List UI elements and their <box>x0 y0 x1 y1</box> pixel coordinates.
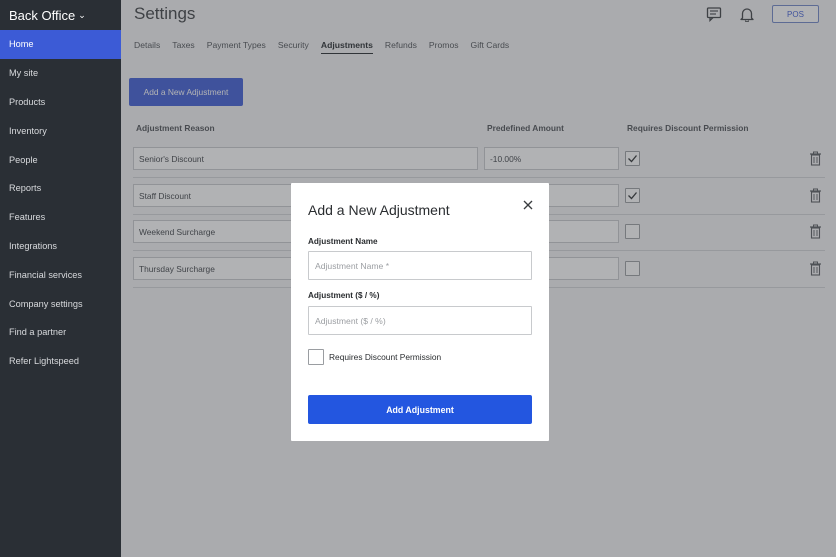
sidebar-item-people[interactable]: People <box>0 145 121 174</box>
adjustment-amount-input[interactable]: Adjustment ($ / %) <box>308 306 532 335</box>
sidebar-item-products[interactable]: Products <box>0 88 121 117</box>
requires-permission-label: Requires Discount Permission <box>329 352 442 362</box>
add-adjustment-modal: Add a New Adjustment Adjustment Name Adj… <box>291 183 549 441</box>
modal-title: Add a New Adjustment <box>308 202 450 218</box>
sidebar-item-financial-services[interactable]: Financial services <box>0 260 121 289</box>
sidebar: Back Office ⌄ Home My site Products Inve… <box>0 0 121 557</box>
sidebar-item-integrations[interactable]: Integrations <box>0 232 121 261</box>
adjustment-amount-label: Adjustment ($ / %) <box>308 291 380 300</box>
sidebar-item-label: Reports <box>9 183 42 194</box>
sidebar-item-label: People <box>9 154 38 165</box>
sidebar-item-label: Products <box>9 96 46 107</box>
add-adjustment-submit-button[interactable]: Add Adjustment <box>308 395 532 424</box>
adjustment-name-label: Adjustment Name <box>308 237 378 246</box>
brand-label: Back Office <box>9 7 76 23</box>
chevron-down-icon: ⌄ <box>78 9 86 20</box>
sidebar-item-features[interactable]: Features <box>0 203 121 232</box>
sidebar-item-reports[interactable]: Reports <box>0 174 121 203</box>
brand-menu[interactable]: Back Office ⌄ <box>0 0 121 30</box>
sidebar-item-label: My site <box>9 68 39 79</box>
sidebar-item-label: Features <box>9 212 46 223</box>
sidebar-item-inventory[interactable]: Inventory <box>0 116 121 145</box>
sidebar-item-label: Company settings <box>9 298 83 309</box>
sidebar-item-find-a-partner[interactable]: Find a partner <box>0 318 121 347</box>
sidebar-item-home[interactable]: Home <box>0 30 121 59</box>
sidebar-item-label: Financial services <box>9 269 83 280</box>
sidebar-item-label: Find a partner <box>9 327 67 338</box>
close-icon[interactable] <box>522 198 534 210</box>
sidebar-item-label: Integrations <box>9 240 58 251</box>
sidebar-item-label: Home <box>9 39 34 50</box>
sidebar-item-company-settings[interactable]: Company settings <box>0 289 121 318</box>
adjustment-name-input[interactable]: Adjustment Name * <box>308 251 532 280</box>
sidebar-item-my-site[interactable]: My site <box>0 59 121 88</box>
requires-permission-checkbox[interactable] <box>308 349 324 365</box>
sidebar-item-label: Inventory <box>9 125 47 136</box>
sidebar-item-refer-lightspeed[interactable]: Refer Lightspeed <box>0 347 121 376</box>
sidebar-item-label: Refer Lightspeed <box>9 356 79 367</box>
